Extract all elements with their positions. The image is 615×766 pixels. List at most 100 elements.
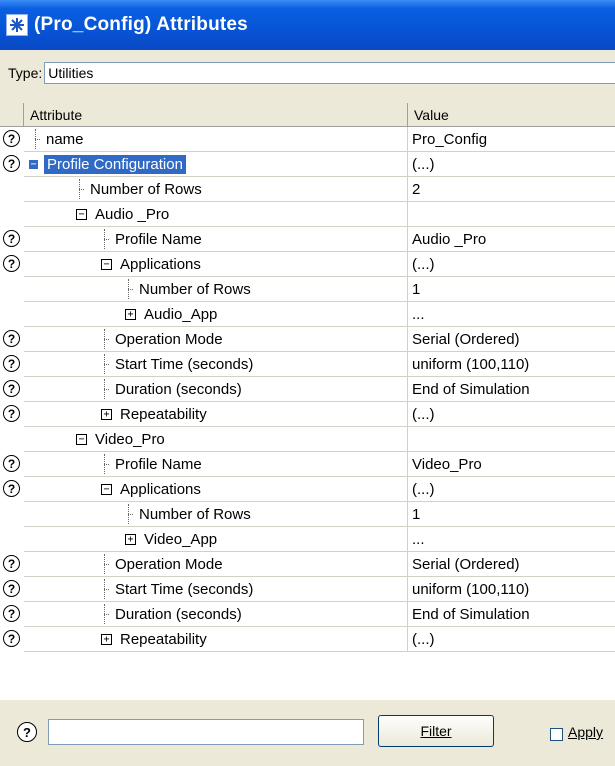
attribute-cell[interactable]: Start Time (seconds)	[24, 577, 408, 601]
help-icon[interactable]: ?	[3, 605, 20, 622]
tree-connector	[101, 577, 109, 601]
collapse-icon[interactable]: −	[28, 158, 39, 170]
help-icon[interactable]: ?	[3, 130, 20, 147]
attribute-cell[interactable]: Number of Rows	[24, 177, 408, 201]
value-cell[interactable]: 2	[408, 177, 615, 201]
value-cell[interactable]: Video_Pro	[408, 452, 615, 476]
table-row[interactable]: Profile Name Video_Pro	[24, 452, 615, 477]
value-cell[interactable]: uniform (100,110)	[408, 577, 615, 601]
table-row[interactable]: − Applications (...)	[24, 477, 615, 502]
attribute-cell[interactable]: + Repeatability	[24, 402, 408, 426]
value-cell[interactable]	[408, 427, 615, 451]
table-row[interactable]: Start Time (seconds) uniform (100,110)	[24, 352, 615, 377]
help-icon[interactable]: ?	[3, 630, 20, 647]
value-cell[interactable]: (...)	[408, 402, 615, 426]
apply-label[interactable]: Apply	[568, 724, 603, 740]
help-icon[interactable]: ?	[3, 355, 20, 372]
help-icon[interactable]: ?	[3, 555, 20, 572]
attribute-cell[interactable]: Operation Mode	[24, 327, 408, 351]
attribute-cell[interactable]: + Repeatability	[24, 627, 408, 651]
table-row[interactable]: + Audio_App...	[24, 302, 615, 327]
collapse-icon[interactable]: −	[76, 433, 87, 445]
table-row[interactable]: Start Time (seconds) uniform (100,110)	[24, 577, 615, 602]
help-icon[interactable]: ?	[3, 155, 20, 172]
apply-checkbox[interactable]	[550, 728, 563, 741]
attribute-cell[interactable]: − Applications	[24, 477, 408, 501]
table-row[interactable]: − Audio _Pro	[24, 202, 615, 227]
bottom-bar: ? Filter Apply	[0, 705, 615, 766]
expand-icon[interactable]: +	[125, 533, 136, 545]
value-cell[interactable]: (...)	[408, 477, 615, 501]
attribute-cell[interactable]: + Video_App	[24, 527, 408, 551]
table-row[interactable]: Duration (seconds) End of Simulation	[24, 602, 615, 627]
value-cell[interactable]: End of Simulation	[408, 377, 615, 401]
filter-input[interactable]	[48, 719, 364, 745]
table-row[interactable]: name Pro_Config	[24, 127, 615, 152]
help-icon[interactable]: ?	[3, 255, 20, 272]
table-row[interactable]: − Applications (...)	[24, 252, 615, 277]
table-row[interactable]: + Video_App...	[24, 527, 615, 552]
attribute-label: Operation Mode	[115, 555, 223, 573]
value-cell[interactable]: Serial (Ordered)	[408, 552, 615, 576]
attribute-cell[interactable]: + Audio_App	[24, 302, 408, 326]
value-cell[interactable]: uniform (100,110)	[408, 352, 615, 376]
attribute-cell[interactable]: − Audio _Pro	[24, 202, 408, 226]
value-cell[interactable]	[408, 202, 615, 226]
attribute-cell[interactable]: Duration (seconds)	[24, 602, 408, 626]
attribute-label: Repeatability	[120, 405, 207, 423]
column-header-attribute[interactable]: Attribute	[24, 103, 408, 126]
value-cell[interactable]: (...)	[408, 152, 615, 176]
value-cell[interactable]: 1	[408, 502, 615, 526]
collapse-icon[interactable]: −	[101, 258, 112, 270]
value-cell[interactable]: Serial (Ordered)	[408, 327, 615, 351]
expand-icon[interactable]: +	[101, 408, 112, 420]
table-row[interactable]: Number of Rows 1	[24, 277, 615, 302]
attribute-cell[interactable]: Number of Rows	[24, 277, 408, 301]
value-cell[interactable]: ...	[408, 302, 615, 326]
value-cell[interactable]: Pro_Config	[408, 127, 615, 151]
attribute-cell[interactable]: − Video_Pro	[24, 427, 408, 451]
table-row[interactable]: Number of Rows 1	[24, 502, 615, 527]
help-icon[interactable]: ?	[3, 480, 20, 497]
help-icon[interactable]: ?	[3, 380, 20, 397]
table-row[interactable]: + Repeatability (...)	[24, 402, 615, 427]
value-cell[interactable]: (...)	[408, 252, 615, 276]
attribute-cell[interactable]: − Applications	[24, 252, 408, 276]
help-icon[interactable]: ?	[3, 230, 20, 247]
table-row[interactable]: Duration (seconds) End of Simulation	[24, 377, 615, 402]
table-row[interactable]: Operation Mode Serial (Ordered)	[24, 327, 615, 352]
column-header-value[interactable]: Value	[408, 103, 615, 126]
help-icon[interactable]: ?	[17, 722, 37, 742]
attribute-cell[interactable]: Duration (seconds)	[24, 377, 408, 401]
help-icon[interactable]: ?	[3, 455, 20, 472]
expand-icon[interactable]: +	[125, 308, 136, 320]
attribute-cell[interactable]: Start Time (seconds)	[24, 352, 408, 376]
title-bar[interactable]: (Pro_Config) Attributes	[0, 0, 615, 50]
filter-button[interactable]: Filter	[378, 715, 494, 747]
value-cell[interactable]: Audio _Pro	[408, 227, 615, 251]
table-row[interactable]: + Repeatability (...)	[24, 627, 615, 652]
collapse-icon[interactable]: −	[101, 483, 112, 495]
table-row[interactable]: Profile Name Audio _Pro	[24, 227, 615, 252]
help-icon[interactable]: ?	[3, 330, 20, 347]
attribute-cell[interactable]: Profile Name	[24, 227, 408, 251]
value-cell[interactable]: End of Simulation	[408, 602, 615, 626]
attribute-grid[interactable]: Attribute Value name Pro_Config − Profile C…	[24, 103, 615, 700]
attribute-cell[interactable]: Profile Name	[24, 452, 408, 476]
attribute-cell[interactable]: − Profile Configuration	[24, 152, 408, 176]
help-icon[interactable]: ?	[3, 405, 20, 422]
table-row[interactable]: − Video_Pro	[24, 427, 615, 452]
value-cell[interactable]: ...	[408, 527, 615, 551]
table-row[interactable]: − Profile Configuration (...)	[24, 152, 615, 177]
attribute-label: Profile Name	[115, 230, 202, 248]
attribute-cell[interactable]: Operation Mode	[24, 552, 408, 576]
collapse-icon[interactable]: −	[76, 208, 87, 220]
table-row[interactable]: Operation Mode Serial (Ordered)	[24, 552, 615, 577]
attribute-cell[interactable]: Number of Rows	[24, 502, 408, 526]
table-row[interactable]: Number of Rows 2	[24, 177, 615, 202]
value-cell[interactable]: (...)	[408, 627, 615, 651]
attribute-cell[interactable]: name	[24, 127, 408, 151]
expand-icon[interactable]: +	[101, 633, 112, 645]
value-cell[interactable]: 1	[408, 277, 615, 301]
help-icon[interactable]: ?	[3, 580, 20, 597]
